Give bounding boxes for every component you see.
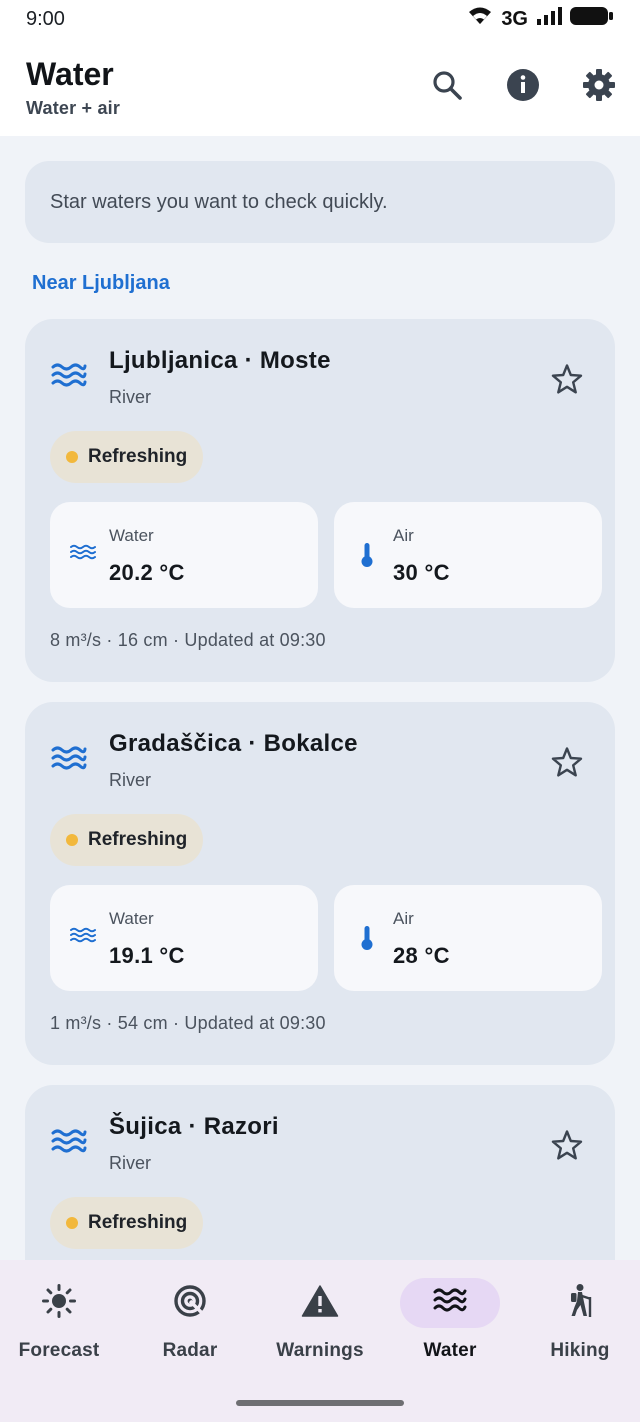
- nav-label: Radar: [162, 1340, 218, 1361]
- star-icon[interactable]: [551, 363, 583, 400]
- water-type: River: [109, 770, 152, 790]
- waves-icon: [70, 544, 96, 565]
- thermometer-icon: [360, 925, 374, 956]
- air-temp-tile: Air 28 °C: [334, 885, 602, 991]
- section-title: Near Ljubljana: [32, 272, 170, 294]
- water-temp-value: 20.2 °C: [109, 560, 185, 585]
- star-icon[interactable]: [551, 1129, 583, 1166]
- signal-icon: [536, 6, 562, 32]
- bottom-navigation: Forecast Radar Warnings Water Hiking: [0, 1260, 640, 1422]
- water-type: River: [109, 1153, 152, 1173]
- water-temp-value: 19.1 °C: [109, 943, 185, 968]
- hiker-icon: [565, 1283, 595, 1324]
- page-subtitle: Water + air: [26, 98, 121, 118]
- nav-item-hiking[interactable]: Hiking: [515, 1278, 640, 1378]
- waves-icon: [70, 927, 96, 948]
- main-content[interactable]: Star waters you want to check quickly. N…: [0, 136, 640, 1260]
- nav-label: Water: [423, 1340, 477, 1361]
- nav-pill: [140, 1278, 240, 1328]
- air-temp-value: 28 °C: [393, 943, 450, 968]
- nav-item-warnings[interactable]: Warnings: [255, 1278, 385, 1378]
- nav-item-radar[interactable]: Radar: [125, 1278, 255, 1378]
- warning-icon: [301, 1284, 339, 1323]
- status-bar: 9:00 3G: [0, 0, 640, 38]
- nav-label: Hiking: [550, 1340, 610, 1361]
- nav-pill-active: [400, 1278, 500, 1328]
- air-temp-value: 30 °C: [393, 560, 450, 585]
- network-type: 3G: [501, 7, 528, 30]
- waves-icon: [51, 744, 87, 779]
- status-dot: [66, 1217, 78, 1229]
- app-bar-actions: [430, 68, 616, 102]
- water-name: Gradaščica · Bokalce: [109, 730, 358, 757]
- status-label: Refreshing: [88, 446, 188, 467]
- hint-banner: Star waters you want to check quickly.: [25, 161, 615, 243]
- status-icons: 3G: [467, 6, 614, 32]
- status-time: 9:00: [26, 7, 65, 30]
- status-dot: [66, 451, 78, 463]
- nav-item-forecast[interactable]: Forecast: [0, 1278, 124, 1378]
- waves-icon: [51, 361, 87, 396]
- settings-icon[interactable]: [582, 68, 616, 102]
- status-badge: Refreshing: [50, 1197, 204, 1249]
- air-temp-label: Air: [393, 909, 414, 928]
- nav-item-water[interactable]: Water: [385, 1278, 515, 1378]
- air-temp-label: Air: [393, 526, 414, 545]
- status-label: Refreshing: [88, 829, 188, 850]
- water-type: River: [109, 387, 152, 407]
- home-indicator[interactable]: [236, 1400, 404, 1406]
- status-badge: Refreshing: [50, 814, 204, 866]
- radar-icon: [172, 1283, 208, 1324]
- nav-label: Forecast: [18, 1340, 100, 1361]
- water-temp-label: Water: [109, 909, 154, 928]
- waves-icon: [433, 1286, 467, 1321]
- battery-icon: [570, 6, 614, 32]
- waves-icon: [51, 1127, 87, 1162]
- water-meta: 8 m³/s · 16 cm · Updated at 09:30: [50, 630, 326, 650]
- info-icon[interactable]: [506, 68, 540, 102]
- app-bar: Water Water + air: [0, 38, 640, 136]
- water-card[interactable]: Gradaščica · Bokalce River Refreshing Wa…: [25, 702, 615, 1065]
- water-name: Šujica · Razori: [109, 1113, 279, 1140]
- search-icon[interactable]: [430, 68, 464, 102]
- nav-pill: [530, 1278, 630, 1328]
- status-dot: [66, 834, 78, 846]
- water-name: Ljubljanica · Moste: [109, 347, 331, 374]
- water-temp-tile: Water 19.1 °C: [50, 885, 318, 991]
- water-card[interactable]: Ljubljanica · Moste River Refreshing Wat…: [25, 319, 615, 682]
- nav-pill: [9, 1278, 109, 1328]
- nav-label: Warnings: [276, 1340, 364, 1361]
- water-temp-tile: Water 20.2 °C: [50, 502, 318, 608]
- status-label: Refreshing: [88, 1212, 188, 1233]
- wifi-icon: [467, 6, 493, 32]
- water-meta: 1 m³/s · 54 cm · Updated at 09:30: [50, 1013, 326, 1033]
- page-title: Water: [26, 56, 114, 92]
- sun-icon: [41, 1283, 77, 1324]
- water-card[interactable]: Šujica · Razori River Refreshing: [25, 1085, 615, 1260]
- nav-pill: [270, 1278, 370, 1328]
- star-icon[interactable]: [551, 746, 583, 783]
- air-temp-tile: Air 30 °C: [334, 502, 602, 608]
- status-badge: Refreshing: [50, 431, 204, 483]
- thermometer-icon: [360, 542, 374, 573]
- water-temp-label: Water: [109, 526, 154, 545]
